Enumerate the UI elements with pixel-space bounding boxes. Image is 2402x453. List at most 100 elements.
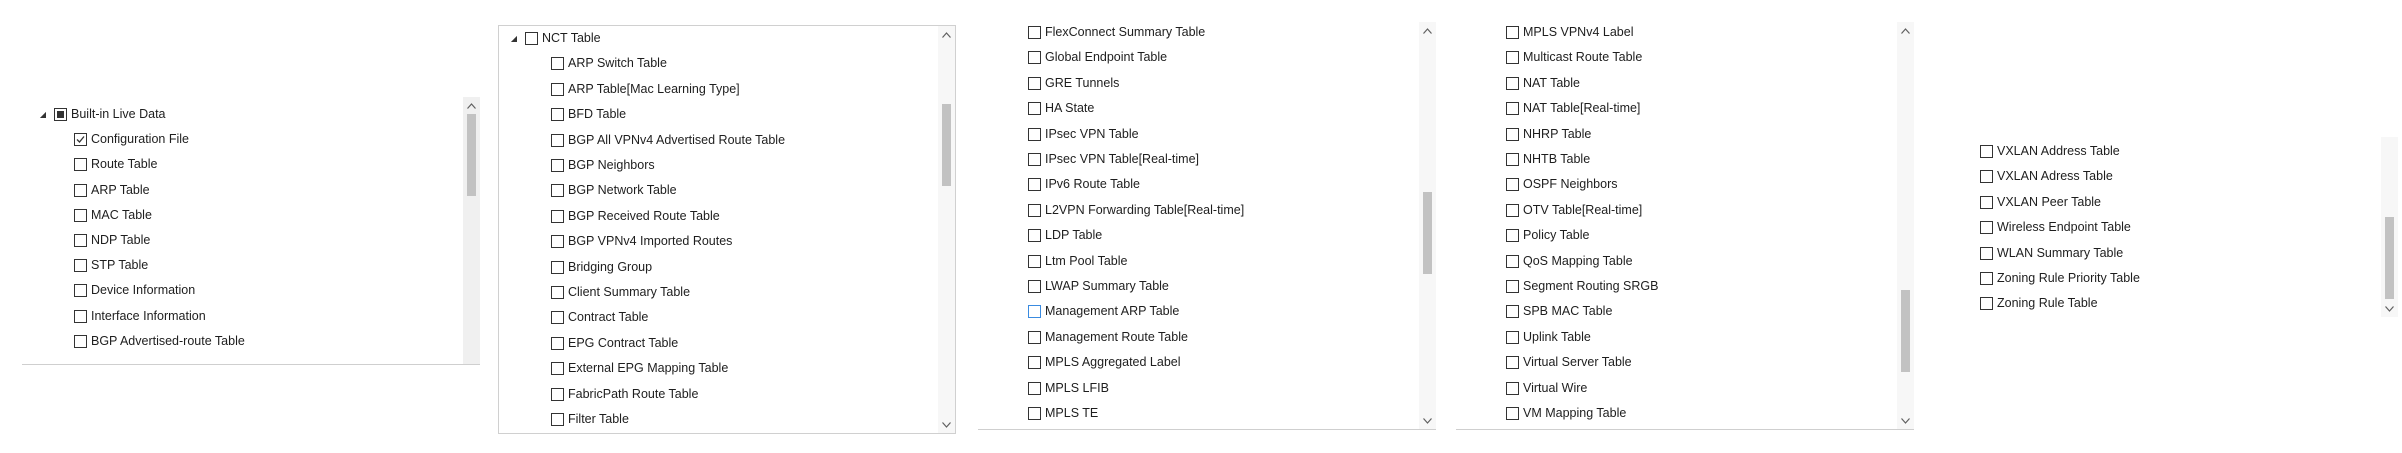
tree-item-qos-mapping-table[interactable]: QoS Mapping Table: [1506, 253, 1633, 270]
checkbox[interactable]: [74, 284, 87, 298]
checkbox[interactable]: [1506, 203, 1519, 217]
vertical-scrollbar[interactable]: [938, 26, 955, 433]
tree-item-ipv6-route-table[interactable]: IPv6 Route Table: [1028, 176, 1140, 193]
checkbox[interactable]: [551, 260, 564, 274]
checkbox[interactable]: [1028, 203, 1041, 217]
tree-item-nhtb-table[interactable]: NHTB Table: [1506, 151, 1590, 168]
tree-item-nat-table-real-time[interactable]: NAT Table[Real-time]: [1506, 100, 1640, 117]
tree-item-nct-table[interactable]: ◢ NCT Table: [507, 30, 601, 47]
tree-item-wireless-endpoint-table[interactable]: Wireless Endpoint Table: [1980, 219, 2131, 236]
checkbox[interactable]: [551, 387, 564, 401]
scroll-down-arrow-icon[interactable]: [1897, 412, 1914, 429]
tree-item-virtual-server-table[interactable]: Virtual Server Table: [1506, 354, 1632, 371]
expand-collapse-icon[interactable]: ◢: [507, 32, 521, 46]
checkbox[interactable]: [1028, 280, 1041, 293]
checkbox[interactable]: [1506, 254, 1519, 268]
vertical-scrollbar[interactable]: [2381, 137, 2398, 317]
scroll-up-arrow-icon[interactable]: [1419, 22, 1436, 39]
tree-item-bfd-table[interactable]: BFD Table: [551, 106, 626, 123]
checkbox[interactable]: [74, 208, 87, 222]
tree-item-policy-table[interactable]: Policy Table: [1506, 227, 1589, 244]
checkbox[interactable]: [1028, 51, 1041, 65]
tree-item-global-endpoint-table[interactable]: Global Endpoint Table: [1028, 49, 1167, 66]
checkbox[interactable]: [1506, 229, 1519, 243]
tree-item-arp-table-mac-learning-type[interactable]: ARP Table[Mac Learning Type]: [551, 81, 740, 98]
tree-item-mpls-aggregated-label[interactable]: MPLS Aggregated Label: [1028, 354, 1181, 371]
checkbox[interactable]: [525, 32, 538, 45]
tree-item-nhrp-table[interactable]: NHRP Table: [1506, 126, 1591, 143]
checkbox[interactable]: [1506, 330, 1519, 344]
tree-item-management-arp-table[interactable]: Management ARP Table: [1028, 303, 1179, 320]
checkbox[interactable]: [1028, 407, 1041, 420]
vertical-scrollbar[interactable]: [463, 97, 480, 364]
scrollbar-thumb[interactable]: [1901, 290, 1910, 372]
checkbox[interactable]: [1980, 246, 1993, 260]
checkbox[interactable]: [551, 286, 564, 299]
checkbox[interactable]: [1506, 26, 1519, 39]
tree-item-flexconnect-summary-table[interactable]: FlexConnect Summary Table: [1028, 24, 1205, 41]
tree-item-segment-routing-srgb[interactable]: Segment Routing SRGB: [1506, 278, 1659, 295]
tree-item-ldp-table[interactable]: LDP Table: [1028, 227, 1102, 244]
checkbox[interactable]: [74, 259, 87, 273]
checkbox[interactable]: [551, 57, 564, 71]
checkbox[interactable]: [1506, 407, 1519, 420]
checkbox[interactable]: [74, 183, 87, 197]
checkbox[interactable]: [1028, 76, 1041, 90]
scroll-up-arrow-icon[interactable]: [1897, 22, 1914, 39]
checkbox[interactable]: [551, 184, 564, 198]
tree-item-configuration-file[interactable]: Configuration File: [74, 131, 189, 148]
tree-item-arp-table[interactable]: ARP Table: [74, 182, 150, 199]
tree-item-filter-table[interactable]: Filter Table: [551, 411, 629, 428]
checkbox[interactable]: [1028, 356, 1041, 370]
checkbox[interactable]: [1980, 221, 1993, 235]
tree-item-bgp-neighbors[interactable]: BGP Neighbors: [551, 157, 655, 174]
expand-collapse-icon[interactable]: ◢: [36, 108, 50, 122]
checkbox[interactable]: [1980, 170, 1993, 184]
tree-item-epg-contract-table[interactable]: EPG Contract Table: [551, 335, 678, 352]
tree-item-vxlan-address-table[interactable]: VXLAN Address Table: [1980, 143, 2120, 160]
checkbox[interactable]: [1028, 26, 1041, 39]
checkbox[interactable]: [1980, 145, 1993, 158]
tree-item-bgp-vpnv4-imported-routes[interactable]: BGP VPNv4 Imported Routes: [551, 233, 732, 250]
tree-item-contract-table[interactable]: Contract Table: [551, 309, 648, 326]
tree-item-arp-switch-table[interactable]: ARP Switch Table: [551, 55, 667, 72]
checkbox[interactable]: [1506, 51, 1519, 65]
tree-item-ha-state[interactable]: HA State: [1028, 100, 1094, 117]
checkbox[interactable]: [1028, 178, 1041, 192]
checkbox[interactable]: [1506, 127, 1519, 141]
checkbox[interactable]: [1028, 229, 1041, 243]
tree-item-bgp-network-table[interactable]: BGP Network Table: [551, 182, 677, 199]
tree-item-ipsec-vpn-table[interactable]: IPsec VPN Table: [1028, 126, 1139, 143]
scroll-up-arrow-icon[interactable]: [938, 26, 955, 43]
tree-item-mpls-lfib[interactable]: MPLS LFIB: [1028, 380, 1109, 397]
scrollbar-thumb[interactable]: [467, 114, 476, 196]
scroll-up-arrow-icon[interactable]: [463, 97, 480, 114]
checkbox[interactable]: [54, 108, 67, 121]
tree-item-vxlan-peer-table[interactable]: VXLAN Peer Table: [1980, 194, 2101, 211]
tree-item-mpls-vpnv4-label[interactable]: MPLS VPNv4 Label: [1506, 24, 1633, 41]
scrollbar-thumb[interactable]: [2385, 217, 2394, 299]
checkbox[interactable]: [1028, 305, 1041, 319]
tree-item-otv-table-real-time[interactable]: OTV Table[Real-time]: [1506, 202, 1642, 219]
tree-item-gre-tunnels[interactable]: GRE Tunnels: [1028, 75, 1119, 92]
tree-item-bridging-group[interactable]: Bridging Group: [551, 259, 652, 276]
checkbox[interactable]: [1506, 356, 1519, 370]
tree-item-route-table[interactable]: Route Table: [74, 156, 158, 173]
checkbox[interactable]: [1028, 102, 1041, 116]
scrollbar-thumb[interactable]: [942, 104, 951, 186]
tree-item-spb-mac-table[interactable]: SPB MAC Table: [1506, 303, 1612, 320]
tree-item-device-information[interactable]: Device Information: [74, 282, 195, 299]
tree-item-external-epg-mapping-table[interactable]: External EPG Mapping Table: [551, 360, 728, 377]
tree-item-nat-table[interactable]: NAT Table: [1506, 75, 1580, 92]
checkbox[interactable]: [551, 82, 564, 96]
scroll-down-arrow-icon[interactable]: [1419, 412, 1436, 429]
checkbox[interactable]: [1028, 330, 1041, 344]
tree-item-l2vpn-forwarding-table-real-time[interactable]: L2VPN Forwarding Table[Real-time]: [1028, 202, 1244, 219]
tree-item-fabricpath-route-table[interactable]: FabricPath Route Table: [551, 386, 698, 403]
checkbox[interactable]: [74, 309, 87, 323]
checkbox[interactable]: [551, 159, 564, 172]
tree-item-interface-information[interactable]: Interface Information: [74, 308, 206, 325]
scroll-down-arrow-icon[interactable]: [2381, 300, 2398, 317]
checkbox[interactable]: [551, 108, 564, 122]
checkbox[interactable]: [551, 311, 564, 325]
